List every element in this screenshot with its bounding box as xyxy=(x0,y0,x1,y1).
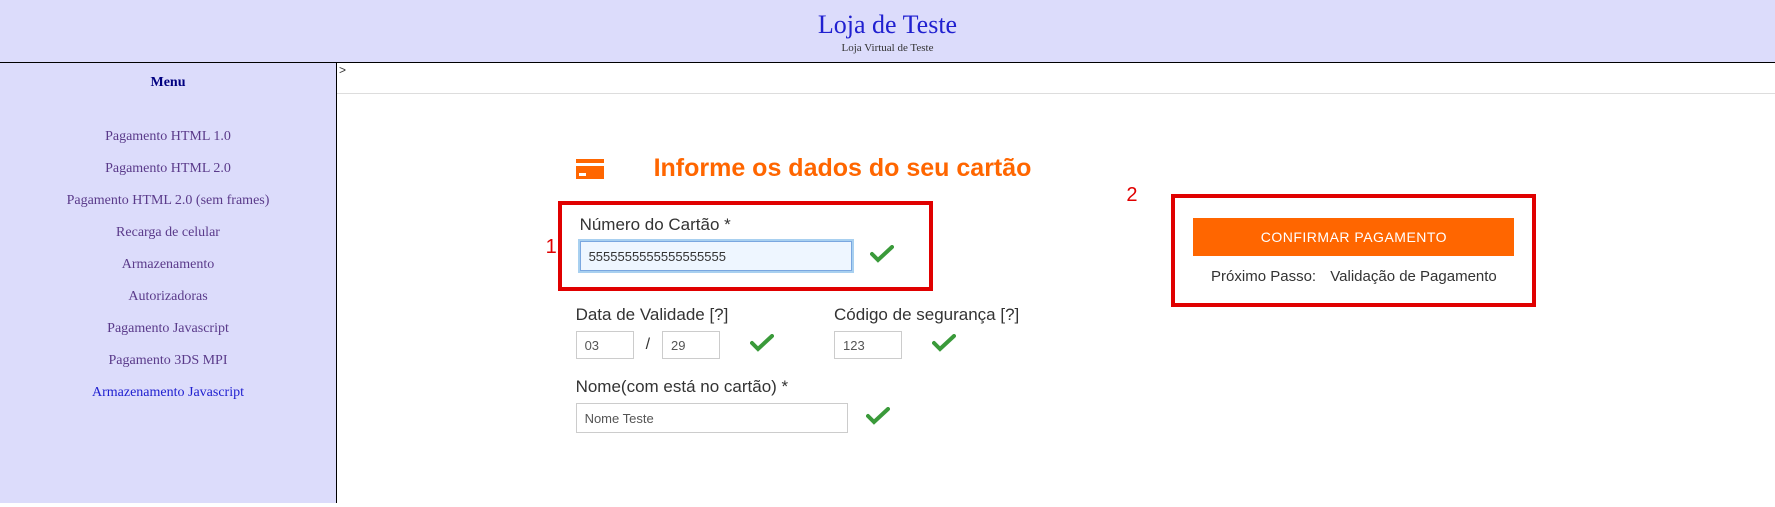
cardholder-name-input[interactable] xyxy=(576,403,848,433)
card-number-label: Número do Cartão * xyxy=(580,215,911,235)
sidebar-item-recarga-celular[interactable]: Recarga de celular xyxy=(0,217,336,249)
next-step-label: Próximo Passo: xyxy=(1211,268,1316,285)
check-icon xyxy=(866,407,890,430)
breadcrumb: > xyxy=(339,63,346,77)
store-title: Loja de Teste xyxy=(0,10,1775,40)
page-header: Loja de Teste Loja Virtual de Teste xyxy=(0,0,1775,63)
sidebar-item-autorizadoras[interactable]: Autorizadoras xyxy=(0,281,336,313)
credit-card-icon xyxy=(576,159,604,179)
cvv-label: Código de segurança [?] xyxy=(834,305,1019,325)
expiry-year-input[interactable] xyxy=(662,331,720,359)
check-icon xyxy=(870,245,894,268)
sidebar-item-pagamento-3ds-mpi[interactable]: Pagamento 3DS MPI xyxy=(0,345,336,377)
sidebar-item-armazenamento[interactable]: Armazenamento xyxy=(0,249,336,281)
expiry-label: Data de Validade [?] xyxy=(576,305,774,325)
sidebar-item-pagamento-html-2-sem-frames[interactable]: Pagamento HTML 2.0 (sem frames) xyxy=(0,185,336,217)
confirm-highlight-box: CONFIRMAR PAGAMENTO Próximo Passo: Valid… xyxy=(1171,194,1536,307)
content-area: > Informe os dados do seu cartão xyxy=(337,63,1775,503)
sidebar: Menu Pagamento HTML 1.0 Pagamento HTML 2… xyxy=(0,63,337,503)
cvv-input[interactable] xyxy=(834,331,902,359)
next-step-value: Validação de Pagamento xyxy=(1330,268,1497,285)
annotation-marker-2: 2 xyxy=(1126,184,1137,207)
cardholder-name-label: Nome(com está no cartão) * xyxy=(576,377,1032,397)
card-form: Informe os dados do seu cartão 1 Número … xyxy=(576,154,1032,433)
store-subtitle: Loja Virtual de Teste xyxy=(0,42,1775,54)
sidebar-item-pagamento-javascript[interactable]: Pagamento Javascript xyxy=(0,313,336,345)
check-icon xyxy=(750,334,774,357)
confirm-section: 2 CONFIRMAR PAGAMENTO Próximo Passo: Val… xyxy=(1171,154,1536,433)
card-number-input[interactable] xyxy=(580,241,852,271)
annotation-marker-1: 1 xyxy=(546,236,557,259)
form-title: Informe os dados do seu cartão xyxy=(654,154,1032,183)
expiry-month-input[interactable] xyxy=(576,331,634,359)
card-number-highlight-box: Número do Cartão * xyxy=(558,201,933,291)
expiry-separator: / xyxy=(646,336,650,354)
confirm-payment-button[interactable]: CONFIRMAR PAGAMENTO xyxy=(1193,218,1514,256)
sidebar-title: Menu xyxy=(0,75,336,91)
sidebar-item-pagamento-html-2[interactable]: Pagamento HTML 2.0 xyxy=(0,153,336,185)
check-icon xyxy=(932,334,956,357)
sidebar-item-pagamento-html-1[interactable]: Pagamento HTML 1.0 xyxy=(0,121,336,153)
sidebar-item-armazenamento-javascript[interactable]: Armazenamento Javascript xyxy=(0,377,336,409)
